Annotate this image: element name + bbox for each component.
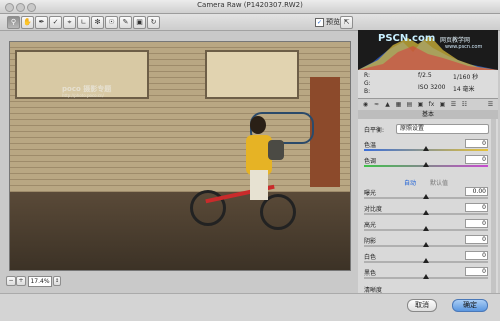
fullscreen-icon[interactable]: ⇱ [340,16,353,29]
site-watermark-url: www.pscn.com [445,44,483,50]
zoom-controls: − + 17.4% ↕ [0,273,352,289]
crop-tool-icon[interactable]: ⌖ [63,16,76,29]
cancel-button[interactable]: 取消 [407,299,437,312]
photo-child-backpack [268,140,284,160]
white-balance-select[interactable]: 原照设置 [396,124,489,134]
rotate-tool-icon[interactable]: ↻ [147,16,160,29]
highlights-value[interactable]: 0 [465,219,488,228]
shutter-value: 1/160 秒 [453,74,479,81]
white-balance-tool-icon[interactable]: ✒ [35,16,48,29]
ok-button[interactable]: 确定 [452,299,488,312]
zoom-out-button[interactable]: − [6,276,16,286]
tint-label: 色调 [364,158,377,165]
highlights-label: 高光 [364,222,377,229]
tint-row: 色调 0 [364,155,488,172]
whites-row: 白色 0 [364,251,488,268]
window-titlebar: Camera Raw (P1420307.RW2) [0,0,500,14]
photo-child-pants [250,170,268,200]
blacks-row: 黑色 0 [364,267,488,284]
photo-window-right [205,50,299,99]
preview-label: 预览 [326,18,340,26]
zoom-level[interactable]: 17.4% [28,276,52,287]
default-link[interactable]: 默认值 [430,180,448,187]
rgb-g-label: G: [364,80,371,87]
zoom-tool-icon[interactable]: ⚲ [7,16,20,29]
contrast-label: 对比度 [364,206,383,213]
exposure-value[interactable]: 0.00 [465,187,488,196]
white-balance-label: 白平衡: [364,127,385,134]
focal-length-value: 14 毫米 [453,86,475,93]
split-toning-tab-icon[interactable]: ▤ [406,101,413,108]
photo-ground [10,192,350,270]
shadows-value[interactable]: 0 [465,235,488,244]
rgb-r-label: R: [364,72,371,79]
graduated-filter-tool-icon[interactable]: ▣ [133,16,146,29]
tint-thumb[interactable] [423,162,429,167]
lens-tab-icon[interactable]: ▣ [417,101,424,108]
camera-calibration-tab-icon[interactable]: ▣ [439,101,446,108]
panel-scrollbar[interactable] [491,119,496,293]
temperature-value[interactable]: 0 [465,139,488,148]
zoom-in-button[interactable]: + [16,276,26,286]
highlights-thumb[interactable] [423,226,429,231]
exposure-thumb[interactable] [423,194,429,199]
exposure-label: 曝光 [364,190,377,197]
photo-watermark-url: http://photo.poco.cn/ [62,93,104,98]
site-watermark-site: 网页教学网 [440,37,471,44]
aperture-value: f/2.5 [418,72,432,79]
tone-curve-tab-icon[interactable]: ≈ [373,101,380,108]
red-eye-tool-icon[interactable]: ☉ [105,16,118,29]
photo-door [310,77,340,187]
tint-value[interactable]: 0 [465,155,488,164]
camera-readout: R: G: B: f/2.5 1/160 秒 ISO 3200 14 毫米 [358,70,498,98]
tool-bar: ⚲ ✋ ✒ ✓ ⌖ ∟ ❇ ☉ ✎ ▣ ↻ ✓ 预览 ⇱ [0,14,500,31]
zoom-dropdown-icon[interactable]: ↕ [53,276,61,286]
rgb-b-label: B: [364,88,371,95]
shadows-row: 阴影 0 [364,235,488,252]
photo-child-head [250,116,266,134]
preview-checkbox[interactable]: ✓ [315,17,324,27]
shadows-label: 阴影 [364,238,377,245]
panel-header: 基本 [358,110,498,119]
spot-removal-tool-icon[interactable]: ❇ [91,16,104,29]
whites-value[interactable]: 0 [465,251,488,260]
presets-tab-icon[interactable]: ☰ [450,101,457,108]
image-preview[interactable]: poco 摄影专题 http://photo.poco.cn/ [9,41,351,271]
clarity-row: 清晰度 [364,285,488,294]
temperature-thumb[interactable] [423,146,429,151]
straighten-tool-icon[interactable]: ∟ [77,16,90,29]
exposure-row: 曝光 0.00 [364,187,488,204]
window-title: Camera Raw (P1420307.RW2) [197,1,303,9]
blacks-value[interactable]: 0 [465,267,488,276]
detail-tab-icon[interactable]: ▲ [384,101,391,108]
color-sampler-tool-icon[interactable]: ✓ [49,16,62,29]
contrast-value[interactable]: 0 [465,203,488,212]
hsl-tab-icon[interactable]: ▦ [395,101,402,108]
preview-toggle[interactable]: ✓ 预览 [315,17,340,27]
adjustment-brush-tool-icon[interactable]: ✎ [119,16,132,29]
blacks-thumb[interactable] [423,274,429,279]
effects-tab-icon[interactable]: fx [428,101,435,108]
snapshots-tab-icon[interactable]: ☷ [461,101,468,108]
iso-value: ISO 3200 [418,84,446,91]
shadows-thumb[interactable] [423,242,429,247]
whites-label: 白色 [364,254,377,261]
whites-thumb[interactable] [423,258,429,263]
panel-menu-icon[interactable]: ☰ [487,101,494,108]
auto-default-links: 自动 默认值 [364,178,488,187]
auto-link[interactable]: 自动 [404,180,416,187]
temperature-label: 色温 [364,142,377,149]
basic-tab-icon[interactable]: ◉ [362,101,369,108]
basic-panel: 白平衡: 原照设置 色温 0 色调 0 自动 默认值 曝光 0.00 对比度 0… [358,119,498,294]
dialog-footer: 取消 确定 [0,293,500,321]
contrast-thumb[interactable] [423,210,429,215]
hand-tool-icon[interactable]: ✋ [21,16,34,29]
contrast-row: 对比度 0 [364,203,488,220]
blacks-label: 黑色 [364,270,377,277]
site-watermark-brand: PSCN.com [378,33,436,44]
temperature-row: 色温 0 [364,139,488,156]
highlights-row: 高光 0 [364,219,488,236]
